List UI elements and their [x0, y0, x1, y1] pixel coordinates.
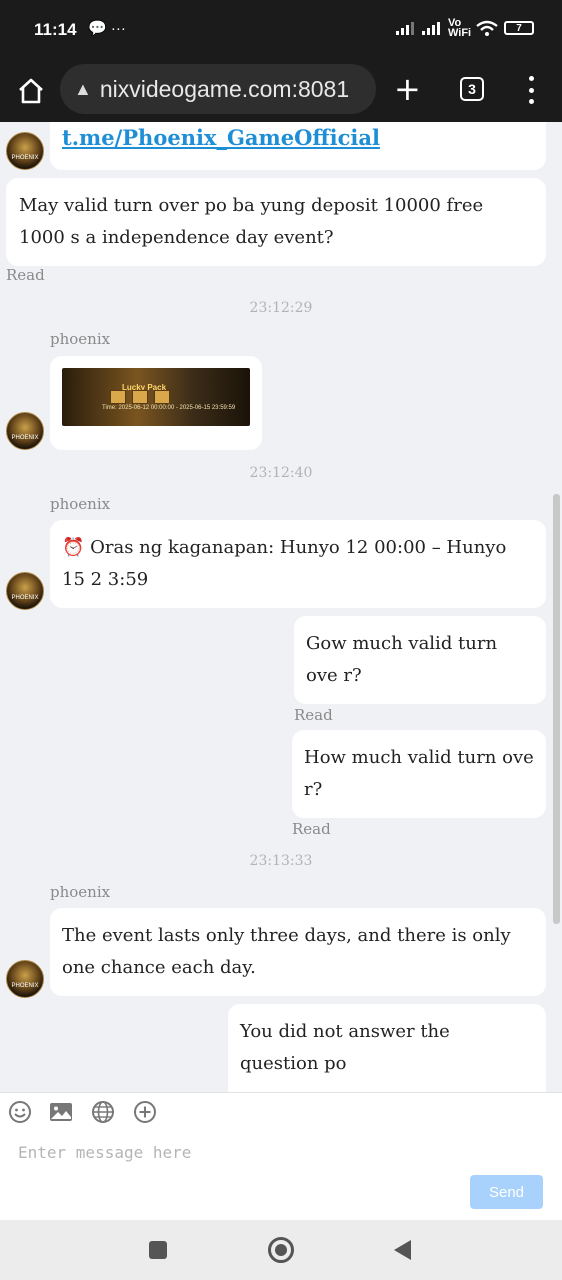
- sender-name: phoenix: [50, 495, 111, 513]
- message-timestamp: 23:13:33: [249, 853, 313, 869]
- message-text: ⏰ Oras ng kaganapan: Hunyo 12 00:00 – Hu…: [62, 537, 507, 590]
- message-bubble-incoming: ⏰ Oras ng kaganapan: Hunyo 12 00:00 – Hu…: [50, 520, 546, 608]
- address-bar[interactable]: ▲ nixvideogame.com:8081: [60, 64, 376, 114]
- message-bubble-outgoing: How much valid turn ove r?: [292, 730, 546, 818]
- message-bubble-incoming: The event lasts only three days, and the…: [50, 908, 546, 996]
- message-composer: Send: [0, 1092, 562, 1220]
- back-icon[interactable]: [394, 1240, 411, 1260]
- message-bubble-outgoing: You did not answer the question po: [228, 1004, 546, 1092]
- image-caption: Time: 2025-06-12 00:00:00 - 2025-06-15 2…: [102, 405, 236, 411]
- plus-circle-icon[interactable]: [133, 1100, 157, 1124]
- scrollbar[interactable]: [553, 494, 560, 924]
- image-icon[interactable]: [49, 1100, 73, 1124]
- wifi-icon: [476, 20, 498, 36]
- avatar: PHOENIX: [6, 960, 44, 998]
- signal-icon: [422, 22, 440, 35]
- avatar: PHOENIX: [6, 572, 44, 610]
- lucky-pack-image[interactable]: Lucky Pack Time: 2025-06-12 00:00:00 - 2…: [62, 368, 250, 426]
- system-navigation-bar: [0, 1220, 562, 1280]
- new-tab-button[interactable]: +: [394, 70, 421, 108]
- message-bubble-outgoing: May valid turn over po ba yung deposit 1…: [6, 178, 546, 266]
- message-text: Gow much valid turn ove r?: [306, 633, 498, 686]
- message-text: May valid turn over po ba yung deposit 1…: [19, 195, 484, 248]
- home-nav-icon[interactable]: [268, 1237, 294, 1263]
- browser-menu-icon[interactable]: [524, 76, 538, 104]
- read-receipt: Read: [294, 706, 333, 724]
- signal-icon: [396, 22, 414, 35]
- battery-icon: 7: [504, 21, 534, 35]
- sender-name: phoenix: [50, 883, 111, 901]
- home-icon[interactable]: [16, 76, 46, 106]
- message-text: How much valid turn ove r?: [304, 747, 534, 800]
- globe-icon[interactable]: [91, 1100, 115, 1124]
- status-time: 11:14: [34, 20, 77, 39]
- telegram-link[interactable]: t.me/Phoenix_GameOfficial: [62, 125, 380, 150]
- message-input[interactable]: [18, 1137, 538, 1167]
- status-indicators: Vo WiFi 7: [396, 17, 534, 39]
- message-text: The event lasts only three days, and the…: [62, 925, 511, 978]
- message-text: You did not answer the question po: [240, 1021, 450, 1074]
- message-bubble-outgoing: Gow much valid turn ove r?: [294, 616, 546, 704]
- notification-icons: 💬 ···: [88, 20, 126, 37]
- message-bubble-link: t.me/Phoenix_GameOfficial: [50, 122, 546, 170]
- vowifi-label: Vo WiFi: [448, 17, 472, 39]
- warning-icon[interactable]: ▲: [74, 79, 92, 100]
- message-bubble-image: Lucky Pack Time: 2025-06-12 00:00:00 - 2…: [50, 356, 262, 450]
- read-receipt: Read: [6, 266, 45, 284]
- recents-icon[interactable]: [149, 1241, 167, 1259]
- chat-message-list[interactable]: PHOENIX t.me/Phoenix_GameOfficial May va…: [0, 122, 562, 1092]
- read-receipt: Read: [292, 820, 331, 838]
- tab-switcher-button[interactable]: 3: [460, 77, 484, 101]
- send-button[interactable]: Send: [470, 1175, 543, 1209]
- sender-name: phoenix: [50, 330, 111, 348]
- emoji-icon[interactable]: [8, 1100, 32, 1124]
- url-text: nixvideogame.com:8081: [99, 75, 350, 102]
- message-timestamp: 23:12:29: [249, 300, 313, 316]
- status-bar: 11:14 💬 ··· Vo WiFi 7: [0, 0, 562, 62]
- avatar: PHOENIX: [6, 412, 44, 450]
- message-timestamp: 23:12:40: [249, 465, 313, 481]
- avatar: PHOENIX: [6, 132, 44, 170]
- browser-toolbar: ▲ nixvideogame.com:8081 + 3: [0, 62, 562, 122]
